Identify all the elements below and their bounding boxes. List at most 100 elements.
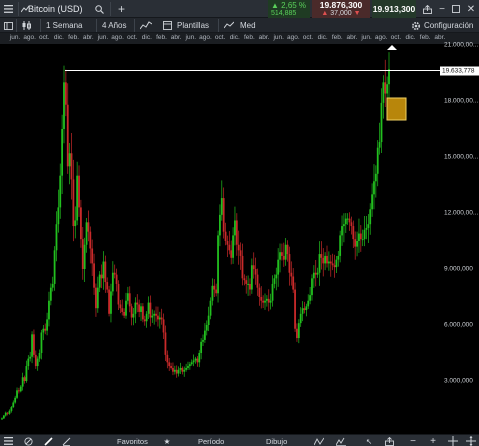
candle-body — [250, 265, 253, 290]
templates-button[interactable]: Plantillas — [177, 18, 209, 33]
chart-canvas[interactable] — [0, 44, 479, 434]
candle-body — [309, 295, 311, 301]
minimize-icon[interactable]: − — [436, 0, 448, 18]
candle-body — [203, 330, 206, 340]
share-icon[interactable] — [421, 0, 433, 18]
candle-body — [12, 402, 15, 408]
month-label: jun. — [273, 34, 284, 41]
candle-body — [49, 287, 52, 301]
hamburger-menu-icon[interactable] — [2, 0, 14, 18]
candle-body — [151, 315, 154, 318]
pencil-icon[interactable] — [42, 435, 54, 446]
candle-body — [314, 272, 317, 275]
range-selector[interactable]: 4 Años — [102, 18, 126, 33]
month-label: feb. — [419, 34, 431, 41]
zoom-in-icon[interactable]: + — [428, 435, 438, 446]
month-label: oct. — [390, 34, 402, 41]
candle-body — [378, 142, 381, 148]
candle-body — [53, 250, 56, 284]
maximize-icon[interactable] — [450, 0, 462, 18]
candle-body — [98, 274, 101, 288]
candle-body — [348, 218, 351, 223]
current-price-tag: 19.633,778 — [440, 66, 479, 75]
edit-icon[interactable] — [60, 435, 72, 446]
crosshair-icon[interactable] — [447, 435, 459, 446]
scroll-marker-icon[interactable] — [387, 45, 397, 50]
indicators-icon[interactable] — [140, 18, 152, 33]
candle-body — [350, 222, 353, 227]
candle-body — [344, 218, 347, 225]
trend-tool-icon[interactable] — [313, 435, 325, 446]
drawing-button[interactable]: Dibujo — [266, 435, 287, 446]
candle-body — [78, 175, 80, 208]
candle-body — [166, 354, 169, 363]
block-icon[interactable] — [22, 435, 34, 446]
templates-icon[interactable] — [163, 18, 172, 33]
divider — [96, 19, 97, 32]
star-icon[interactable]: ★ — [162, 435, 172, 446]
export-icon[interactable] — [383, 435, 395, 446]
move-tool-icon[interactable] — [465, 435, 477, 446]
candle-body — [196, 358, 199, 363]
month-label: feb. — [331, 34, 343, 41]
candle-body — [205, 325, 208, 331]
candle-body — [320, 254, 323, 258]
indicator-button[interactable]: Med — [240, 18, 256, 33]
favorites-button[interactable]: Favoritos — [117, 435, 148, 446]
candle-body — [117, 283, 120, 305]
candle-body — [329, 261, 332, 264]
add-plus-icon[interactable]: + — [116, 0, 127, 18]
month-label: dic. — [141, 34, 152, 41]
analysis-tool-icon[interactable] — [335, 435, 347, 446]
highlight-marker-box[interactable] — [386, 97, 407, 121]
candle-body — [134, 302, 137, 314]
sell-price-button[interactable]: 19.876,300 ▲ 37,000 ▼ — [312, 0, 370, 18]
indicator-icon[interactable] — [224, 18, 234, 33]
candle-body — [316, 272, 319, 275]
candle-body — [359, 233, 362, 240]
candle-body — [61, 129, 64, 176]
candle-body — [85, 222, 88, 245]
candle-body — [33, 334, 35, 355]
candle-body — [226, 241, 229, 245]
interval-selector[interactable]: 1 Semana — [46, 18, 82, 33]
candle-body — [76, 175, 79, 221]
candle-body — [119, 304, 122, 309]
layout-icon[interactable] — [4, 18, 13, 33]
price-chart[interactable]: 21.000,00... 18.000,00... 15.000,00... 12.0… — [0, 42, 479, 434]
change-box: ▲ 2,65 % 514,885 — [268, 0, 310, 18]
settings-button[interactable]: Configuración — [424, 18, 473, 33]
candle-body — [202, 339, 204, 342]
candle-body — [19, 386, 22, 392]
cursor-icon[interactable]: ↖ — [364, 435, 374, 446]
candle-body — [388, 69, 390, 85]
period-button[interactable]: Período — [198, 435, 224, 446]
candle-body — [373, 181, 375, 195]
candle-body — [66, 104, 69, 167]
zoom-out-icon[interactable]: − — [408, 435, 418, 446]
candle-body — [181, 367, 184, 372]
candle-body — [132, 313, 135, 318]
settings-gear-icon[interactable] — [411, 18, 421, 33]
candle-body — [294, 289, 296, 329]
candle-body — [292, 276, 295, 290]
menu-icon[interactable] — [2, 435, 14, 446]
candle-body — [282, 255, 285, 260]
candle-body — [70, 153, 73, 180]
candle-body — [352, 226, 355, 240]
divider — [134, 19, 135, 32]
month-label: ago. — [199, 34, 212, 41]
candle-body — [192, 360, 195, 363]
search-icon[interactable] — [94, 0, 105, 18]
candle-body — [307, 300, 310, 307]
candle-body — [386, 84, 389, 94]
spread: ▲ 37,000 ▼ — [321, 10, 360, 18]
instrument-title[interactable]: Bitcoin (USD) — [28, 0, 83, 18]
chart-style-icon[interactable] — [22, 18, 34, 33]
buy-price-button[interactable]: 19.913,300 — [372, 0, 416, 18]
candle-body — [147, 302, 150, 314]
close-icon[interactable]: ✕ — [465, 0, 477, 18]
candle-body — [200, 341, 203, 353]
month-label: feb. — [156, 34, 167, 41]
candle-body — [207, 315, 210, 325]
